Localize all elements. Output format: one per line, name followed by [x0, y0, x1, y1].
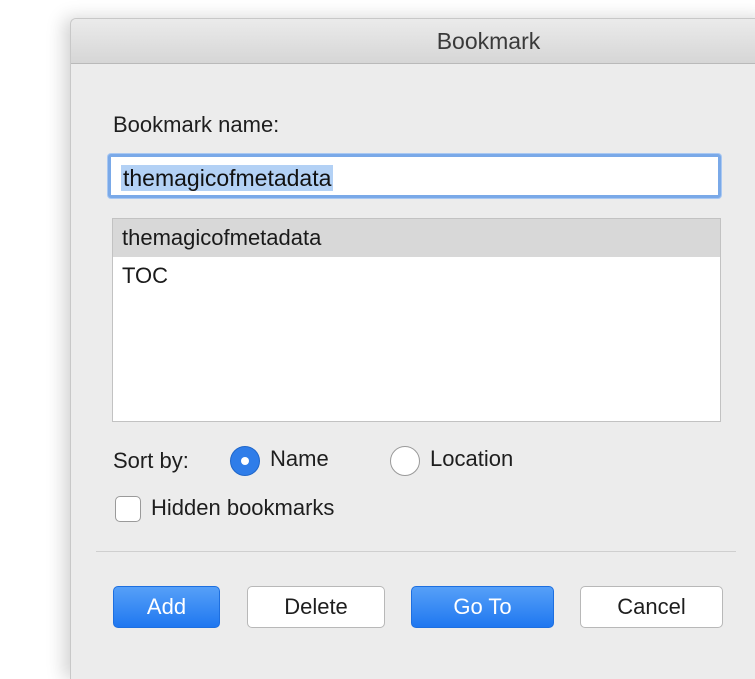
hidden-bookmarks-checkbox[interactable] [115, 496, 141, 522]
bookmark-name-value: themagicofmetadata [121, 165, 334, 191]
sort-name-label[interactable]: Name [270, 446, 329, 472]
list-item-label: TOC [122, 263, 169, 288]
add-button[interactable]: Add [113, 586, 220, 628]
delete-button[interactable]: Delete [247, 586, 385, 628]
list-item-label: themagicofmetadata [122, 225, 322, 250]
dialog-title: Bookmark [436, 28, 541, 54]
hidden-bookmarks-label[interactable]: Hidden bookmarks [151, 495, 334, 521]
cancel-button[interactable]: Cancel [580, 586, 723, 628]
sort-by-label: Sort by: [113, 448, 189, 473]
list-item[interactable]: themagicofmetadata [113, 219, 720, 257]
sort-location-radio[interactable] [390, 446, 420, 476]
sort-name-radio[interactable] [230, 446, 260, 476]
bookmark-name-input[interactable]: themagicofmetadata [108, 154, 721, 198]
go-to-button[interactable]: Go To [411, 586, 554, 628]
hidden-bookmarks-row: Hidden bookmarks [115, 492, 515, 526]
bookmark-list[interactable]: themagicofmetadata TOC [112, 218, 721, 422]
list-item[interactable]: TOC [113, 257, 720, 295]
bookmark-name-label: Bookmark name: [113, 112, 280, 137]
bookmark-dialog: Bookmark Bookmark name: themagicofmetada… [70, 18, 755, 679]
sort-by-row: Sort by: Name Location [113, 442, 733, 482]
sort-location-label[interactable]: Location [430, 446, 513, 472]
title-bar: Bookmark [71, 19, 755, 64]
divider [96, 551, 736, 552]
